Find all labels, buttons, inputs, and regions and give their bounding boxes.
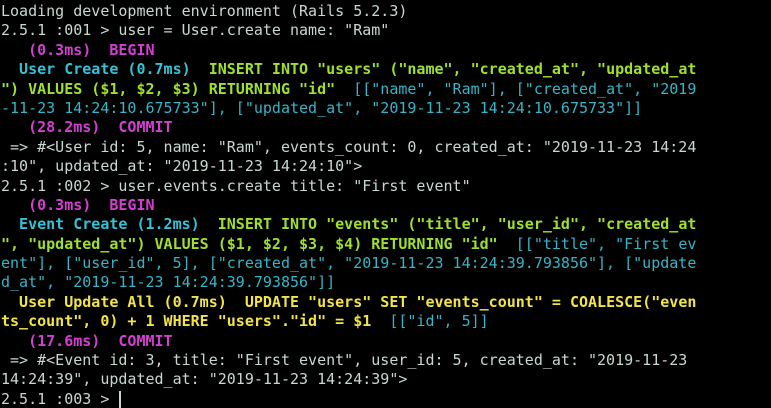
terminal-text: 2.5.1 :003 >: [1, 389, 119, 408]
terminal-line: d_at", "2019-11-23 14:24:39.793856"]]: [1, 273, 771, 292]
terminal-line: 2.5.1 :003 >: [1, 390, 771, 408]
terminal-text: (28.2ms) COMMIT: [1, 118, 173, 137]
terminal-text: UPDATE "users" SET "events_count" = COAL…: [244, 292, 697, 311]
terminal-line: Loading development environment (Rails 5…: [1, 2, 771, 21]
terminal-text: [["name", "Ram"], ["created_at", "2019: [335, 79, 697, 98]
terminal-text: -11-23 14:24:10.675733"], ["updated_at",…: [1, 98, 643, 117]
terminal-line: ") VALUES ($1, $2, $3) RETURNING "id" [[…: [1, 80, 771, 99]
terminal-line: => #<User id: 5, name: "Ram", events_cou…: [1, 138, 771, 157]
terminal-text: => #<Event id: 3, title: "First event", …: [1, 351, 688, 370]
text-cursor: [119, 390, 122, 408]
terminal-text: 2.5.1 :001 > user = User.create name: "R…: [1, 21, 390, 40]
terminal-text: INSERT INTO "users" ("name", "created_at…: [208, 60, 697, 79]
terminal-line: 2.5.1 :001 > user = User.create name: "R…: [1, 21, 771, 40]
terminal-text: ") VALUES ($1, $2, $3) RETURNING "id": [1, 79, 336, 98]
terminal-text: => #<User id: 5, name: "Ram", events_cou…: [1, 137, 697, 156]
terminal-text: Loading development environment (Rails 5…: [1, 2, 408, 20]
terminal-line: :10", updated_at: "2019-11-23 14:24:10">: [1, 157, 771, 176]
terminal-text: [["title", "First ev: [497, 234, 697, 253]
terminal-line: ", "updated_at") VALUES ($1, $2, $3, $4)…: [1, 235, 771, 254]
terminal-text: (0.3ms) BEGIN: [1, 40, 155, 59]
terminal-window[interactable]: Loading development environment (Rails 5…: [0, 0, 771, 408]
terminal-line: (17.6ms) COMMIT: [1, 332, 771, 351]
terminal-text: (17.6ms) COMMIT: [1, 331, 173, 350]
terminal-line: (28.2ms) COMMIT: [1, 118, 771, 137]
terminal-line: (0.3ms) BEGIN: [1, 41, 771, 60]
terminal-line: -11-23 14:24:10.675733"], ["updated_at",…: [1, 99, 771, 118]
terminal-line: (0.3ms) BEGIN: [1, 196, 771, 215]
terminal-text: INSERT INTO "events" ("title", "user_id"…: [217, 215, 697, 234]
terminal-text: :10", updated_at: "2019-11-23 14:24:10">: [1, 157, 363, 176]
terminal-line: => #<Event id: 3, title: "First event", …: [1, 351, 771, 370]
terminal-line: Event Create (1.2ms) INSERT INTO "events…: [1, 215, 771, 234]
terminal-text: 2.5.1 :002 > user.events.create title: "…: [1, 176, 471, 195]
terminal-text: ts_count", 0) + 1 WHERE "users"."id" = $…: [1, 312, 372, 331]
terminal-text: 14:24:39", updated_at: "2019-11-23 14:24…: [1, 370, 408, 389]
terminal-text: [["id", 5]]: [371, 312, 489, 331]
terminal-text: d_at", "2019-11-23 14:24:39.793856"]]: [1, 273, 336, 292]
terminal-text: Event Create (1.2ms): [1, 215, 218, 234]
terminal-text: User Create (0.7ms): [1, 60, 209, 79]
terminal-text: ent"], ["user_id", 5], ["created_at", "2…: [1, 254, 697, 273]
terminal-line: User Create (0.7ms) INSERT INTO "users" …: [1, 60, 771, 79]
terminal-line: User Update All (0.7ms) UPDATE "users" S…: [1, 293, 771, 312]
terminal-text: User Update All (0.7ms): [1, 292, 245, 311]
terminal-line: ent"], ["user_id", 5], ["created_at", "2…: [1, 254, 771, 273]
terminal-line: ts_count", 0) + 1 WHERE "users"."id" = $…: [1, 312, 771, 331]
terminal-line: 2.5.1 :002 > user.events.create title: "…: [1, 177, 771, 196]
terminal-line: 14:24:39", updated_at: "2019-11-23 14:24…: [1, 370, 771, 389]
terminal-text: (0.3ms) BEGIN: [1, 195, 155, 214]
terminal-text: ", "updated_at") VALUES ($1, $2, $3, $4)…: [1, 234, 498, 253]
